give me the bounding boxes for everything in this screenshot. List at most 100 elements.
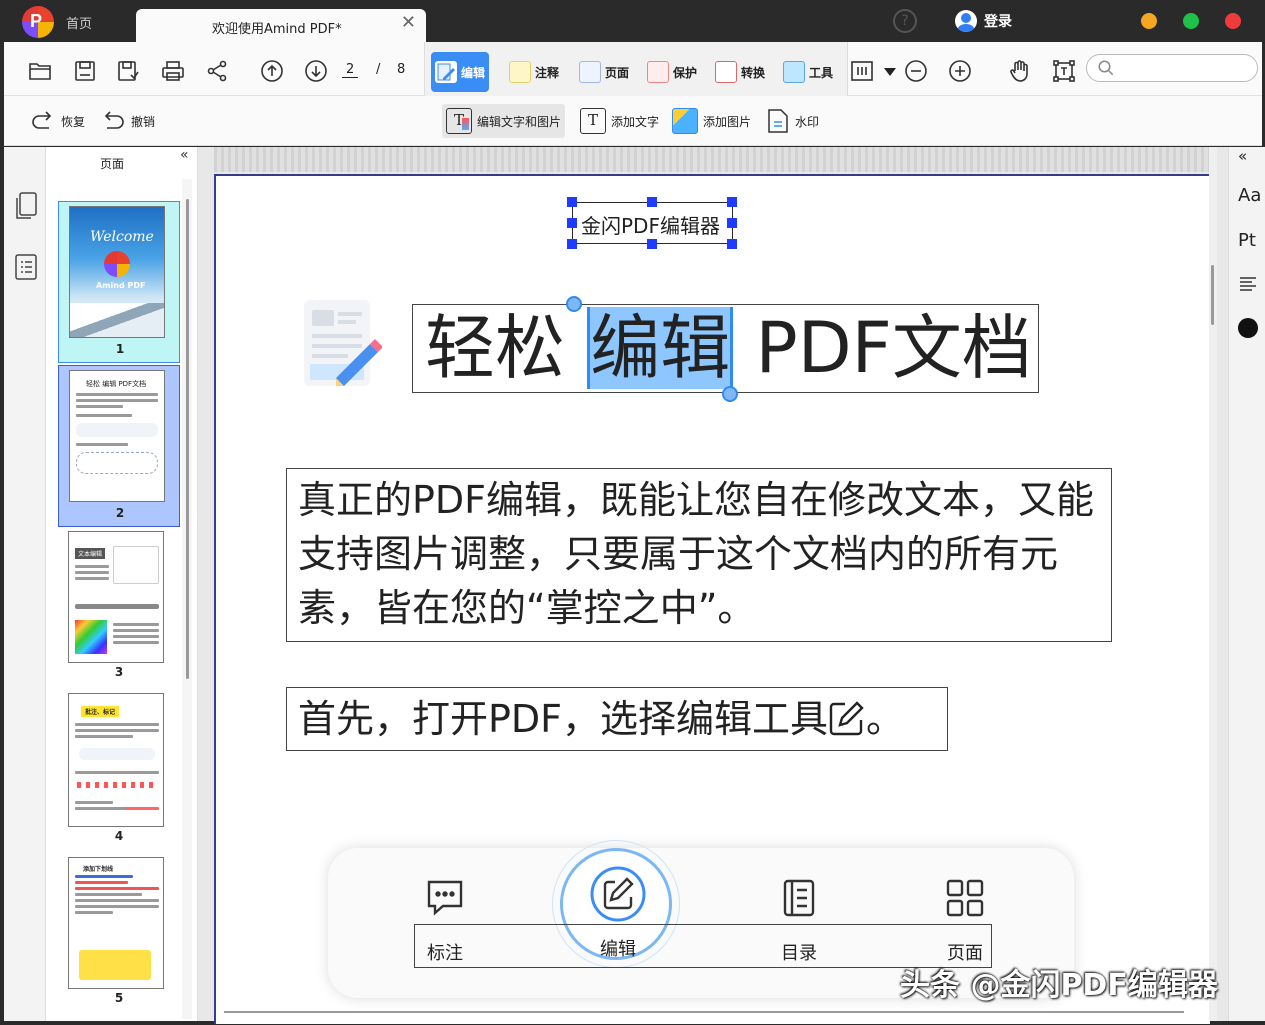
- thumbnail-image: 批注、标记: [68, 693, 164, 827]
- document-tab-title: 欢迎使用Amind PDF*: [212, 22, 342, 37]
- previous-page-icon[interactable]: [260, 59, 284, 83]
- tab-page[interactable]: 页面: [575, 52, 633, 92]
- bar-item-label: 标注: [427, 943, 463, 964]
- edit-icon: [590, 866, 646, 922]
- edit-text-and-image-label: 编辑文字和图片: [477, 114, 562, 129]
- print-icon[interactable]: [161, 59, 185, 83]
- tab-protect-label: 保护: [673, 65, 698, 80]
- current-page-input[interactable]: 2: [342, 62, 359, 78]
- tab-home[interactable]: 首页: [66, 13, 92, 32]
- align-left-icon[interactable]: [1238, 274, 1258, 294]
- thumbnail-panel: 页面 « Welcome Amind PDF 1 轻松 编辑 PDF文档 2 文…: [46, 147, 198, 1021]
- paragraph-text: 真正的PDF编辑，既能让您自在修改文本，又能支持图片调整，只要属于这个文档内的所…: [298, 478, 1095, 630]
- thumbnail-page-4[interactable]: 批注、标记 4: [58, 693, 180, 855]
- add-image-label: 添加图片: [703, 114, 752, 129]
- user-avatar-icon[interactable]: [955, 10, 977, 32]
- title-textbox[interactable]: 轻松 编辑 PDF文档: [412, 304, 1039, 393]
- share-icon[interactable]: [205, 59, 229, 83]
- pages-panel-icon[interactable]: [14, 191, 38, 221]
- watermark-button[interactable]: 水印: [762, 104, 823, 138]
- tab-edit[interactable]: 编辑: [431, 52, 490, 92]
- vertical-scrollbar[interactable]: [1209, 147, 1217, 1021]
- help-icon[interactable]: ?: [893, 9, 917, 33]
- thumbnail-image: 添加下划线: [68, 857, 164, 989]
- save-icon[interactable]: [73, 59, 97, 83]
- thumbnail-page-3[interactable]: 文本编辑 3: [58, 529, 180, 691]
- total-pages: 8: [397, 62, 406, 77]
- horizontal-scrollbar[interactable]: [214, 1009, 1210, 1017]
- color-picker-icon[interactable]: [1238, 318, 1258, 338]
- chevron-down-icon[interactable]: [878, 59, 902, 83]
- resize-handle[interactable]: [727, 218, 737, 228]
- zoom-in-icon[interactable]: [948, 59, 972, 83]
- collapse-panel-icon[interactable]: «: [180, 147, 189, 163]
- resize-handle[interactable]: [567, 218, 577, 228]
- resize-handle[interactable]: [727, 239, 737, 249]
- selected-textbox[interactable]: 金闪PDF编辑器: [572, 202, 733, 244]
- properties-panel: « Aa Pt: [1228, 147, 1265, 1021]
- resize-handle[interactable]: [567, 197, 577, 207]
- resize-handle[interactable]: [647, 239, 657, 249]
- font-size-setting[interactable]: Pt: [1238, 230, 1256, 251]
- save-as-icon[interactable]: [116, 59, 140, 83]
- next-page-icon[interactable]: [304, 59, 328, 83]
- bar-item-edit[interactable]: 编辑: [590, 866, 646, 961]
- bar-item-label: 目录: [781, 943, 817, 964]
- bar-item-pages[interactable]: 页面: [938, 876, 992, 965]
- zoom-out-icon[interactable]: [904, 59, 928, 83]
- tab-convert[interactable]: 转换: [711, 52, 769, 92]
- collapse-properties-icon[interactable]: «: [1238, 147, 1247, 165]
- tab-tools[interactable]: 工具: [779, 52, 837, 92]
- document-edit-icon: [304, 300, 382, 386]
- document-viewer[interactable]: 金闪PDF编辑器 轻松 编辑 PDF文档 真正的PDF编辑，既能让您自在修改文本…: [198, 147, 1228, 1024]
- cover-logo: [104, 251, 130, 277]
- search-input[interactable]: [1119, 59, 1249, 77]
- open-folder-icon[interactable]: [28, 59, 52, 83]
- selection-start-handle[interactable]: [566, 296, 582, 312]
- thumbnail-heading: 轻松 编辑 PDF文档: [86, 380, 147, 388]
- maximize-button[interactable]: [1183, 13, 1199, 29]
- thumbnail-page-1[interactable]: Welcome Amind PDF 1: [58, 201, 180, 363]
- search-box[interactable]: [1086, 54, 1258, 82]
- login-button[interactable]: 登录: [984, 11, 1012, 31]
- resize-handle[interactable]: [567, 239, 577, 249]
- undo-button[interactable]: 撤销: [96, 104, 159, 138]
- thumbnail-scrollbar[interactable]: [182, 179, 192, 1019]
- thumbnail-image: Welcome Amind PDF: [69, 206, 165, 338]
- add-image-button[interactable]: 添加图片: [668, 104, 755, 138]
- resize-handle[interactable]: [647, 197, 657, 207]
- paragraph-2-text: 首先，打开PDF，选择编辑工具: [298, 697, 829, 741]
- close-window-button[interactable]: [1225, 13, 1241, 29]
- page-layout-icon[interactable]: [850, 59, 874, 83]
- edit-text-and-image-button[interactable]: T 编辑文字和图片: [442, 104, 566, 138]
- tab-protect[interactable]: 保护: [643, 52, 701, 92]
- select-area-icon[interactable]: [1052, 59, 1076, 83]
- tab-convert-label: 转换: [741, 65, 766, 80]
- bar-item-annotation[interactable]: 标注: [418, 876, 472, 965]
- bar-item-label: 编辑: [600, 939, 636, 960]
- selection-end-handle[interactable]: [722, 386, 738, 402]
- add-image-icon: [672, 108, 698, 134]
- minimize-button[interactable]: [1141, 13, 1157, 29]
- main-toolbar: 2 / 8 编辑 注释 页面 保护 转换 工具: [4, 42, 1262, 96]
- page-separator: /: [376, 62, 381, 77]
- add-text-button[interactable]: T 添加文字: [576, 104, 663, 138]
- font-setting[interactable]: Aa: [1238, 185, 1261, 206]
- close-tab-icon[interactable]: ✕: [401, 12, 416, 33]
- bar-item-outline[interactable]: 目录: [772, 876, 826, 965]
- outline-panel-icon[interactable]: [14, 253, 38, 281]
- hand-tool-icon[interactable]: [1008, 59, 1032, 83]
- highlighted-text[interactable]: 编辑: [587, 307, 734, 389]
- tab-document[interactable]: 欢迎使用Amind PDF* ✕: [136, 9, 426, 43]
- thumbnail-page-2[interactable]: 轻松 编辑 PDF文档 2: [58, 365, 180, 527]
- thumbnail-page-5[interactable]: 添加下划线 5: [58, 855, 180, 1017]
- document-page[interactable]: 金闪PDF编辑器 轻松 编辑 PDF文档 真正的PDF编辑，既能让您自在修改文本…: [214, 174, 1210, 1024]
- resize-handle[interactable]: [727, 197, 737, 207]
- redo-button[interactable]: 恢复: [26, 104, 89, 138]
- grid-icon: [946, 879, 984, 917]
- paragraph-textbox[interactable]: 真正的PDF编辑，既能让您自在修改文本，又能支持图片调整，只要属于这个文档内的所…: [286, 468, 1112, 642]
- cover-app-name: Amind PDF: [96, 281, 146, 290]
- tab-comment[interactable]: 注释: [505, 52, 563, 92]
- paragraph-textbox[interactable]: 首先，打开PDF，选择编辑工具。: [286, 687, 948, 751]
- thumbnail-heading: 批注、标记: [81, 706, 120, 717]
